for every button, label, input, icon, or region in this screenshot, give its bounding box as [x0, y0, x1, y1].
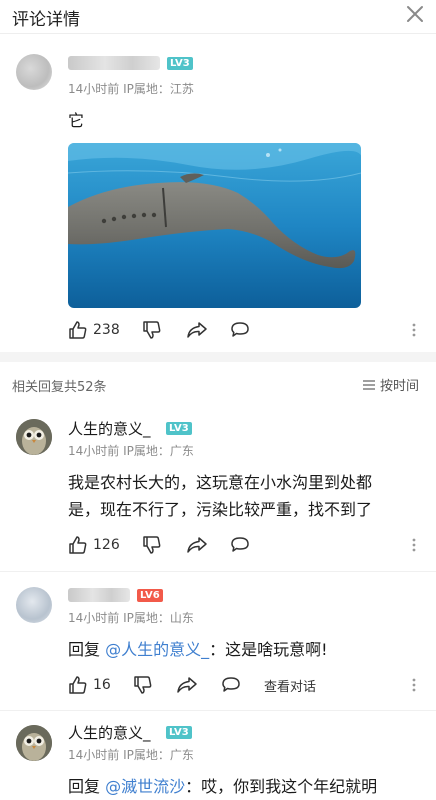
page-title: 评论详情	[12, 10, 80, 30]
like-count: 238	[93, 322, 120, 338]
avatar[interactable]	[16, 725, 52, 761]
username-redacted[interactable]	[68, 56, 160, 70]
reply-text-line: 我是农村长大的，这玩意在小水沟里到处都	[68, 473, 373, 492]
avatar[interactable]	[16, 419, 52, 455]
reply-text-line: 是，现在不行了，污染比较严重，找不到了	[68, 500, 373, 519]
username-redacted[interactable]	[68, 588, 130, 602]
comment-text: 它	[68, 111, 85, 130]
view-conversation-link[interactable]: 查看对话	[264, 676, 316, 695]
like-count: 126	[93, 537, 120, 553]
header-bar: 评论详情	[0, 0, 436, 34]
thumbs-down-icon[interactable]	[133, 675, 153, 695]
reply-username[interactable]: 人生的意义_	[68, 722, 151, 743]
reply-prefix: 回复	[68, 777, 106, 796]
sort-lines-icon	[363, 379, 375, 390]
more-vertical-icon[interactable]	[410, 322, 418, 338]
like-count: 16	[93, 677, 111, 693]
close-icon[interactable]	[404, 3, 426, 25]
like-button[interactable]: 126	[68, 535, 120, 555]
thumbs-up-icon	[69, 536, 87, 554]
reply-content: ：哎，你到我这个年纪就明	[185, 777, 378, 796]
mention-link[interactable]: @人生的意义_	[105, 640, 209, 659]
reply-prefix: 回复	[68, 640, 106, 659]
reply-meta: 14小时前 IP属地：广东	[68, 444, 194, 458]
reply-count-label: 相关回复共52条	[12, 380, 107, 395]
reply-meta: 14小时前 IP属地：山东	[68, 611, 194, 625]
comment-icon[interactable]	[230, 536, 250, 554]
reply-text: 回复 @滅世流沙：哎，你到我这个年纪就明	[68, 774, 377, 800]
level-badge: LV3	[166, 422, 192, 435]
like-button[interactable]: 238	[68, 320, 120, 340]
more-vertical-icon[interactable]	[410, 537, 418, 553]
comment-meta: 14小时前 IP属地：江苏	[68, 82, 194, 96]
sort-label: 按时间	[380, 379, 420, 394]
reply-meta: 14小时前 IP属地：广东	[68, 748, 194, 762]
thumbs-down-icon[interactable]	[142, 535, 162, 555]
divider	[0, 710, 436, 711]
reply-username[interactable]: 人生的意义_	[68, 418, 151, 439]
level-badge: LV3	[167, 57, 193, 70]
comment-icon[interactable]	[221, 676, 241, 694]
thumbs-down-icon[interactable]	[142, 320, 162, 340]
mention-link[interactable]: @滅世流沙	[105, 777, 185, 796]
reply-content: ：这是啥玩意啊!	[209, 640, 328, 659]
like-button[interactable]: 16	[68, 675, 111, 695]
thumbs-up-icon	[69, 321, 87, 339]
thumbs-up-icon	[69, 676, 87, 694]
reply-text: 回复 @人生的意义_：这是啥玩意啊!	[68, 637, 328, 663]
share-icon[interactable]	[186, 536, 208, 554]
divider	[0, 571, 436, 572]
avatar[interactable]	[16, 587, 52, 623]
level-badge: LV6	[137, 589, 163, 602]
avatar[interactable]	[16, 54, 52, 90]
share-icon[interactable]	[176, 676, 198, 694]
more-vertical-icon[interactable]	[410, 677, 418, 693]
section-divider	[0, 352, 436, 362]
comment-image-fish[interactable]	[68, 143, 361, 308]
share-icon[interactable]	[186, 321, 208, 339]
level-badge: LV3	[166, 726, 192, 739]
comment-icon[interactable]	[230, 321, 250, 339]
sort-button[interactable]: 按时间	[362, 375, 419, 394]
